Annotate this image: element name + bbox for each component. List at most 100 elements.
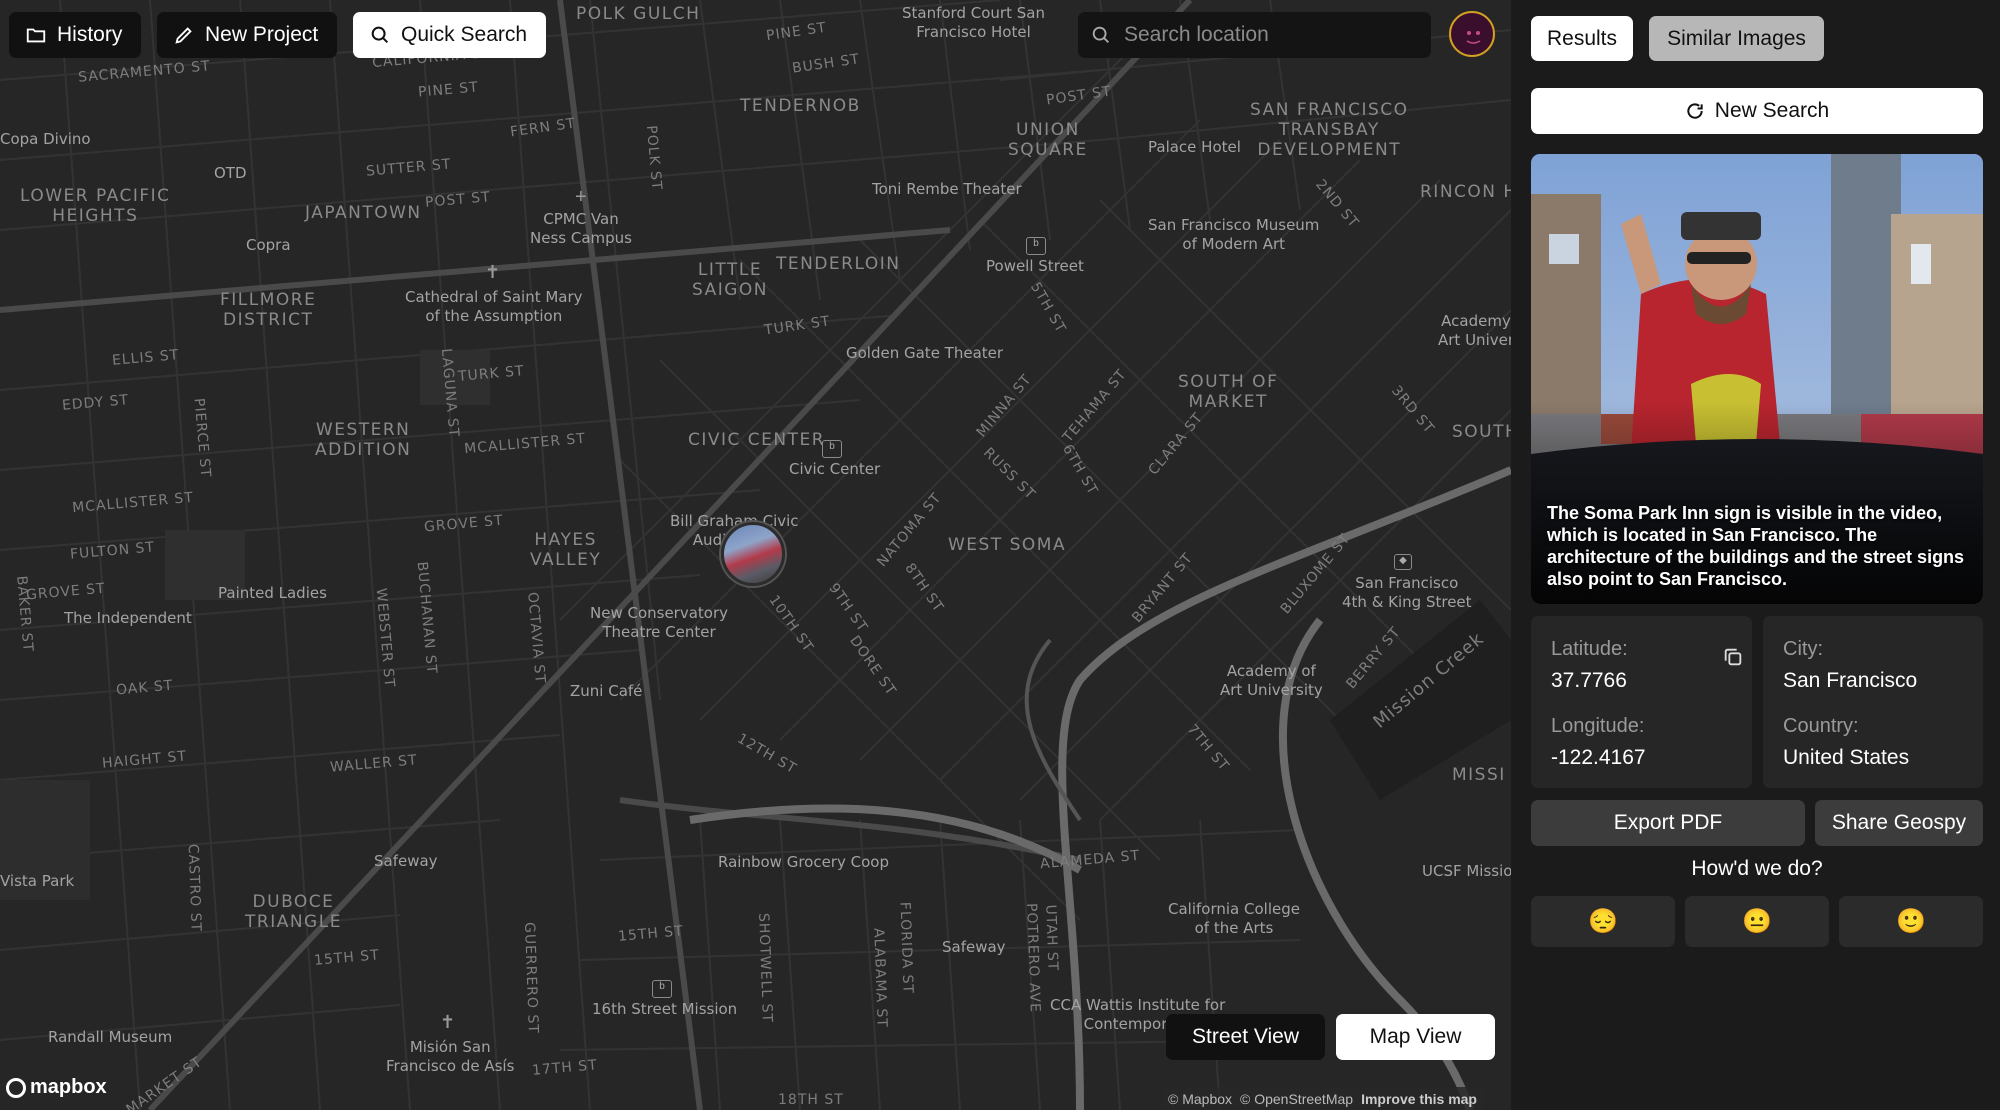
history-button-label: History (57, 23, 122, 47)
tab-results[interactable]: Results (1531, 16, 1633, 61)
avatar[interactable] (1449, 11, 1495, 57)
result-image-card[interactable]: The Soma Park Inn sign is visible in the… (1531, 154, 1983, 604)
district-label: MISSI (1452, 765, 1506, 785)
district-label: WESTERNADDITION (315, 420, 411, 460)
tab-similar-images[interactable]: Similar Images (1649, 16, 1824, 61)
poi-label: Painted Ladies (218, 584, 327, 603)
new-project-button-label: New Project (205, 23, 318, 47)
latitude-value: 37.7766 (1551, 669, 1732, 693)
poi-label: San Francisco4th & King Street (1342, 574, 1472, 612)
mapbox-icon (6, 1078, 26, 1098)
mapbox-logo[interactable]: mapbox (6, 1076, 107, 1099)
transit-icon: b (822, 440, 842, 458)
district-label: JAPANTOWN (305, 203, 422, 223)
district-label: FILLMOREDISTRICT (220, 290, 316, 330)
transit-icon: b (1026, 237, 1046, 255)
poi-label: New ConservatoryTheatre Center (590, 604, 728, 642)
poi-label: Academy ofArt University (1220, 662, 1323, 700)
attribution-mapbox-link[interactable]: © Mapbox (1168, 1091, 1232, 1107)
longitude-label: Longitude: (1551, 715, 1732, 738)
place-box: City: San Francisco Country: United Stat… (1763, 616, 1983, 788)
city-value: San Francisco (1783, 669, 1963, 693)
new-project-button[interactable]: New Project (157, 12, 337, 58)
map-attribution: © Mapbox © OpenStreetMap Improve this ma… (1162, 1087, 1483, 1110)
street-label: UTAH ST (1042, 904, 1060, 971)
copy-icon[interactable] (1722, 646, 1744, 668)
district-label: TENDERLOIN (776, 254, 900, 274)
district-label: CIVIC CENTER (688, 430, 825, 450)
quick-search-button-label: Quick Search (401, 23, 527, 47)
improve-map-link[interactable]: Improve this map (1361, 1091, 1477, 1107)
location-search-box[interactable] (1078, 12, 1431, 58)
church-icon: ✝ (485, 262, 500, 283)
feedback-neutral-button[interactable]: 😐 (1685, 896, 1829, 947)
poi-label: CPMC VanNess Campus (530, 210, 632, 248)
poi-label: AcademyArt Univer (1438, 312, 1511, 350)
longitude-value: -122.4167 (1551, 746, 1732, 770)
history-button[interactable]: History (9, 12, 141, 58)
district-label: SAN FRANCISCOTRANSBAYDEVELOPMENT (1250, 100, 1409, 160)
feedback-happy-button[interactable]: 🙂 (1839, 896, 1983, 947)
map-view-button[interactable]: Map View (1336, 1014, 1495, 1060)
street-view-button[interactable]: Street View (1166, 1014, 1325, 1060)
pencil-icon (173, 24, 195, 46)
transit-icon: b (652, 980, 672, 998)
poi-label: Vista Park (0, 872, 74, 891)
poi-label: Cathedral of Saint Maryof the Assumption (405, 288, 583, 326)
share-geospy-button[interactable]: Share Geospy (1815, 800, 1983, 846)
poi-label: The Independent (64, 609, 192, 628)
poi-label: Copa Divino (0, 130, 91, 149)
result-location-marker[interactable] (721, 522, 785, 586)
city-label: City: (1783, 638, 1963, 661)
latitude-label: Latitude: (1551, 638, 1732, 661)
street-label: 18TH ST (778, 1092, 844, 1108)
church-icon: ✝ (440, 1012, 455, 1033)
poi-label: Safeway (942, 938, 1006, 957)
export-pdf-button[interactable]: Export PDF (1531, 800, 1805, 846)
poi-label: OTD (214, 164, 247, 183)
district-label: TENDERNOB (740, 96, 861, 116)
feedback-sad-button[interactable]: 😔 (1531, 896, 1675, 947)
result-caption: The Soma Park Inn sign is visible in the… (1547, 502, 1969, 590)
street-label: FLORIDA ST (897, 902, 916, 995)
poi-label: Rainbow Grocery Coop (718, 853, 889, 872)
poi-label: Palace Hotel (1148, 138, 1241, 157)
location-search-input[interactable] (1122, 22, 1416, 48)
new-search-button[interactable]: New Search (1531, 88, 1983, 134)
poi-label: California Collegeof the Arts (1168, 900, 1300, 938)
country-value: United States (1783, 746, 1963, 770)
street-label: ALABAMA ST (870, 928, 889, 1029)
poi-label: Misión SanFrancisco de Asís (386, 1038, 514, 1076)
folder-icon (25, 24, 47, 46)
district-label: SOUTH OFMARKET (1178, 372, 1278, 412)
district-label: LITTLESAIGON (692, 260, 768, 300)
coordinates-box: Latitude: 37.7766 Longitude: -122.4167 (1531, 616, 1752, 788)
refresh-icon (1685, 101, 1705, 121)
poi-label: 16th Street Mission (592, 1000, 737, 1019)
district-label: HAYESVALLEY (530, 530, 601, 570)
street-label: CASTRO ST (185, 844, 204, 933)
poi-label: Zuni Café (570, 682, 642, 701)
poi-label: San Francisco Museumof Modern Art (1148, 216, 1319, 254)
district-label: UNIONSQUARE (1008, 120, 1088, 160)
poi-label: Powell Street (986, 257, 1084, 276)
results-panel: Results Similar Images New Search (1511, 0, 2000, 1110)
district-label: DUBOCETRIANGLE (245, 892, 342, 932)
poi-label: Randall Museum (48, 1028, 172, 1047)
mapbox-logo-text: mapbox (30, 1076, 107, 1099)
search-icon (1090, 24, 1112, 46)
district-label: RINCON HI (1420, 182, 1511, 202)
poi-label: Copra (246, 236, 291, 255)
country-label: Country: (1783, 715, 1963, 738)
app: LOWER PACIFICHEIGHTS JAPANTOWN FILLMORED… (0, 0, 2000, 1110)
district-label: LOWER PACIFICHEIGHTS (20, 186, 171, 226)
quick-search-button[interactable]: Quick Search (353, 12, 546, 58)
poi-label: Safeway (374, 852, 438, 871)
district-label: WEST SOMA (948, 535, 1066, 555)
feedback-title: How'd we do? (1531, 857, 1983, 881)
poi-label: Golden Gate Theater (846, 344, 1003, 363)
map[interactable]: LOWER PACIFICHEIGHTS JAPANTOWN FILLMORED… (0, 0, 1511, 1110)
poi-label: Stanford Court SanFrancisco Hotel (902, 4, 1045, 42)
attribution-osm-link[interactable]: © OpenStreetMap (1240, 1091, 1353, 1107)
transit-icon: ◆ (1394, 554, 1412, 570)
